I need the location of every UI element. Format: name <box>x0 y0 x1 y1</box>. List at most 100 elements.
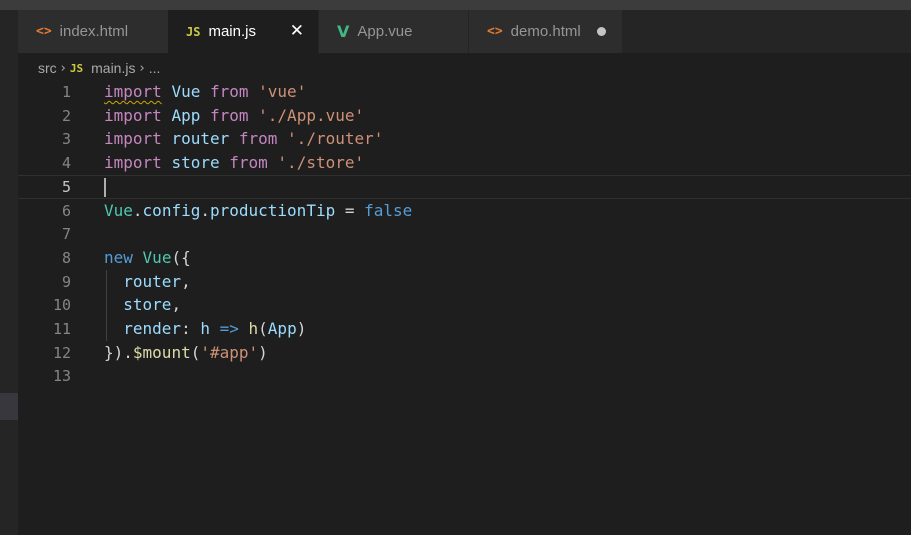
tab-label: main.js <box>208 23 256 40</box>
code-token: h <box>248 319 259 338</box>
line-number: 11 <box>52 320 71 338</box>
code-token: : <box>181 319 201 338</box>
code-line[interactable]: 1 import Vue from 'vue' <box>18 80 911 104</box>
code-token: import <box>104 153 162 172</box>
line-number: 1 <box>61 83 71 101</box>
code-token: App <box>171 106 201 125</box>
line-number: 7 <box>61 225 71 243</box>
code-token: . <box>200 201 210 220</box>
chevron-right-icon: › <box>139 60 145 76</box>
tab-label: App.vue <box>357 23 413 40</box>
code-token: Vue <box>171 82 201 101</box>
code-token: from <box>209 82 249 101</box>
code-token: Vue <box>104 201 133 220</box>
javascript-file-icon: JS <box>186 24 201 39</box>
code-token: new <box>104 248 133 267</box>
code-token: '#app' <box>200 343 259 362</box>
code-text: import App from './App.vue' <box>104 104 364 128</box>
code-line[interactable]: 10 store, <box>18 293 911 317</box>
code-line[interactable]: 13 <box>18 364 911 388</box>
code-line[interactable]: 8 new Vue({ <box>18 246 911 270</box>
html-file-icon: <> <box>487 24 503 39</box>
unsaved-dot-icon[interactable] <box>597 27 606 36</box>
code-token: , <box>171 295 182 314</box>
code-text: import store from './store' <box>104 151 364 175</box>
html-file-icon: <> <box>36 24 52 39</box>
code-token: ( <box>258 319 268 338</box>
tab-index-html[interactable]: <> index.html <box>18 10 168 53</box>
code-token: productionTip <box>209 201 336 220</box>
code-token: . <box>132 201 143 220</box>
code-token: ( <box>190 343 201 362</box>
activity-bar-highlight[interactable] <box>0 393 18 420</box>
code-token: ({ <box>171 248 191 267</box>
code-token: import <box>104 106 162 125</box>
line-number: 8 <box>61 249 71 267</box>
code-editor[interactable]: 1 import Vue from 'vue' 2 import App from '… <box>18 80 911 535</box>
code-token: from <box>209 106 249 125</box>
indent-guide <box>106 270 107 341</box>
code-token: , <box>181 272 191 291</box>
activity-bar <box>0 10 18 535</box>
chevron-right-icon: › <box>60 60 66 76</box>
code-token: false <box>364 201 413 220</box>
code-token: => <box>219 319 239 338</box>
line-number: 4 <box>61 154 71 172</box>
code-line[interactable]: 4 import store from './store' <box>18 151 911 175</box>
code-token: import <box>104 82 162 101</box>
line-number: 12 <box>52 344 71 362</box>
code-token: './App.vue' <box>258 106 365 125</box>
breadcrumb-file[interactable]: main.js <box>91 60 135 76</box>
code-token: App <box>267 319 297 338</box>
code-token: './store' <box>277 153 365 172</box>
code-text: store, <box>104 293 181 317</box>
code-token: h <box>200 319 210 338</box>
code-text: }).$mount('#app') <box>104 341 268 365</box>
tab-app-vue[interactable]: V App.vue <box>319 10 468 53</box>
text-cursor <box>104 178 106 197</box>
code-token: store <box>171 153 220 172</box>
code-line[interactable]: 6 Vue.config.productionTip = false <box>18 199 911 223</box>
code-token: import <box>104 129 162 148</box>
tab-demo-html[interactable]: <> demo.html <box>469 10 622 53</box>
code-token: store <box>123 295 172 314</box>
editor-tab-bar: <> index.html JS main.js ✕ V App.vue <> … <box>18 10 911 53</box>
code-token: ) <box>258 343 268 362</box>
code-token: router <box>123 272 182 291</box>
code-line[interactable]: 11 render: h => h(App) <box>18 317 911 341</box>
line-number: 10 <box>52 296 71 314</box>
tab-main-js[interactable]: JS main.js ✕ <box>168 10 318 53</box>
tab-label: index.html <box>59 23 129 40</box>
breadcrumb-symbols[interactable]: ... <box>149 60 161 76</box>
code-line[interactable]: 9 router, <box>18 270 911 294</box>
code-token: render <box>123 319 182 338</box>
breadcrumb-folder[interactable]: src <box>38 60 57 76</box>
code-token: from <box>238 129 278 148</box>
code-text: new Vue({ <box>104 246 191 270</box>
code-text: render: h => h(App) <box>104 317 306 341</box>
code-line[interactable]: 2 import App from './App.vue' <box>18 104 911 128</box>
code-line[interactable]: 7 <box>18 222 911 246</box>
code-line[interactable]: 3 import router from './router' <box>18 127 911 151</box>
close-icon[interactable]: ✕ <box>290 21 304 41</box>
code-text: import router from './router' <box>104 127 383 151</box>
tab-label: demo.html <box>510 23 581 40</box>
line-number: 13 <box>52 367 71 385</box>
javascript-file-icon: JS <box>69 61 84 75</box>
code-token: 'vue' <box>258 82 307 101</box>
code-text: router, <box>104 270 191 294</box>
title-bar-strip <box>0 0 911 10</box>
code-line[interactable]: 5 <box>18 175 911 199</box>
line-number: 5 <box>61 178 71 196</box>
code-token: router <box>171 129 230 148</box>
code-token: './router' <box>287 129 384 148</box>
code-line[interactable]: 12 }).$mount('#app') <box>18 341 911 365</box>
